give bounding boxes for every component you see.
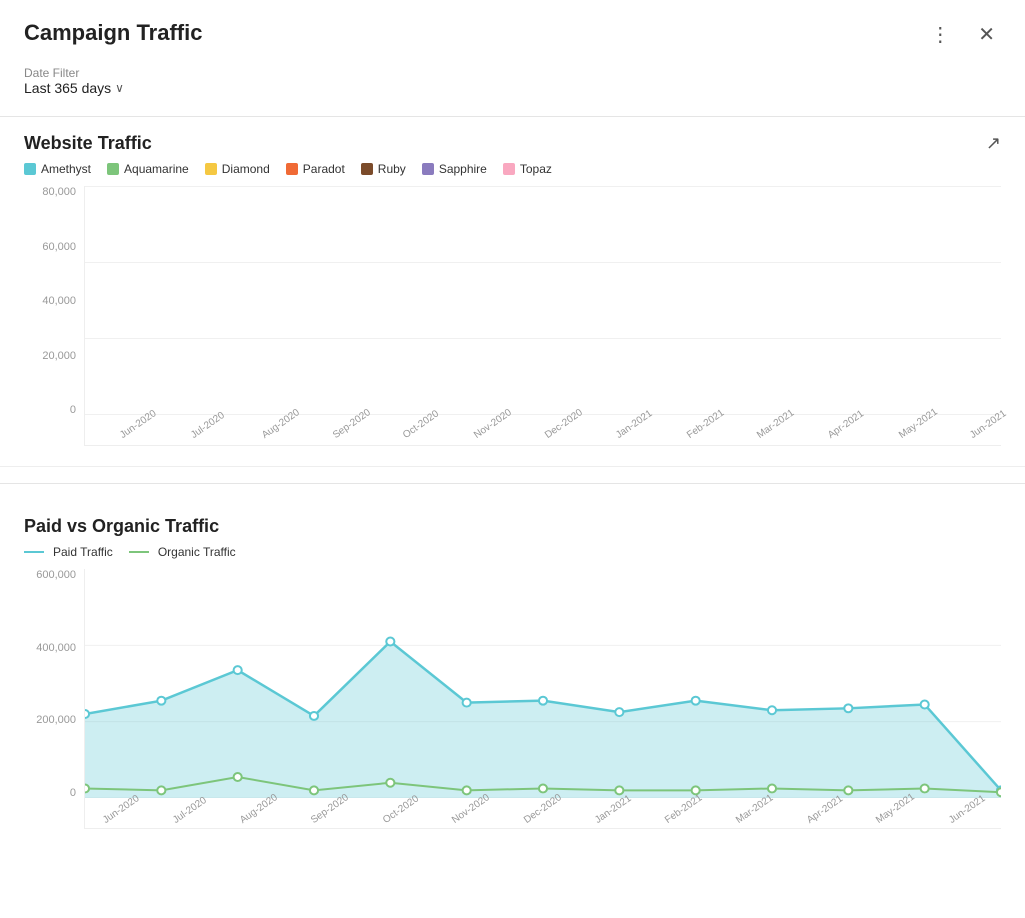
y-axis-label: 600,000 [24, 569, 84, 581]
x-axis-label: Jun-2020 [101, 793, 141, 826]
x-axis-label: Jul-2020 [189, 410, 227, 441]
x-axis-label: Mar-2021 [755, 407, 796, 441]
x-axis-label: Jan-2021 [593, 793, 633, 826]
x-axis-label: Apr-2021 [805, 793, 845, 826]
legend-item: Aquamarine [107, 162, 189, 176]
y-axis-label: 20,000 [24, 350, 84, 362]
y-axis-label: 0 [24, 404, 84, 416]
x-axis-label: Oct-2020 [381, 793, 421, 826]
legend-item: Paradot [286, 162, 345, 176]
x-axis-label: May-2021 [897, 406, 940, 441]
x-axis-label: Sep-2020 [331, 407, 373, 441]
paid-organic-title: Paid vs Organic Traffic [24, 516, 219, 537]
x-axis-label: Oct-2020 [401, 408, 441, 441]
legend-item: Amethyst [24, 162, 91, 176]
legend-item: Topaz [503, 162, 552, 176]
close-button[interactable]: ✕ [972, 20, 1001, 49]
page-title: Campaign Traffic [24, 20, 202, 46]
paid-organic-chart: 0 200,000 400,000 600,000 Jun-2020 Jul-2020 A… [24, 569, 1001, 829]
y-axis-label: 80,000 [24, 186, 84, 198]
chevron-down-icon: ∨ [115, 81, 124, 95]
y-axis-label: 60,000 [24, 241, 84, 253]
legend-item: Paid Traffic [24, 545, 113, 559]
website-traffic-title: Website Traffic [24, 133, 152, 154]
y-axis-label: 0 [24, 787, 84, 799]
x-axis-label: Jun-2020 [118, 408, 158, 441]
legend-item: Sapphire [422, 162, 487, 176]
legend-item: Organic Traffic [129, 545, 236, 559]
x-axis-label: Jan-2021 [614, 408, 654, 441]
date-filter-dropdown[interactable]: Last 365 days ∨ [24, 80, 1001, 96]
paid-organic-legend: Paid Traffic Organic Traffic [24, 545, 1001, 559]
x-axis-label: Jun-2021 [968, 408, 1008, 441]
x-axis-label: Apr-2021 [826, 408, 866, 441]
x-axis-label: Jun-2021 [947, 793, 987, 826]
more-options-button[interactable]: ⋮ [924, 20, 956, 49]
x-axis-label: Feb-2021 [685, 407, 726, 441]
x-axis-label: Nov-2020 [472, 407, 514, 441]
y-axis-label: 200,000 [24, 714, 84, 726]
x-axis-label: Aug-2020 [260, 407, 302, 441]
x-axis-label: Dec-2020 [543, 407, 585, 441]
legend-item: Ruby [361, 162, 406, 176]
website-traffic-legend: Amethyst Aquamarine Diamond Paradot Ruby Sapp… [24, 162, 1001, 176]
website-traffic-chart: 0 20,000 40,000 60,000 80,000 Jun-2020 Jul-20… [24, 186, 1001, 446]
y-axis-label: 400,000 [24, 642, 84, 654]
y-axis-label: 40,000 [24, 295, 84, 307]
legend-item: Diamond [205, 162, 270, 176]
x-axis-label: Jul-2020 [171, 795, 209, 826]
expand-icon[interactable]: ↗ [986, 133, 1001, 154]
date-filter-value: Last 365 days [24, 80, 111, 96]
date-filter-label: Date Filter [24, 66, 1001, 80]
